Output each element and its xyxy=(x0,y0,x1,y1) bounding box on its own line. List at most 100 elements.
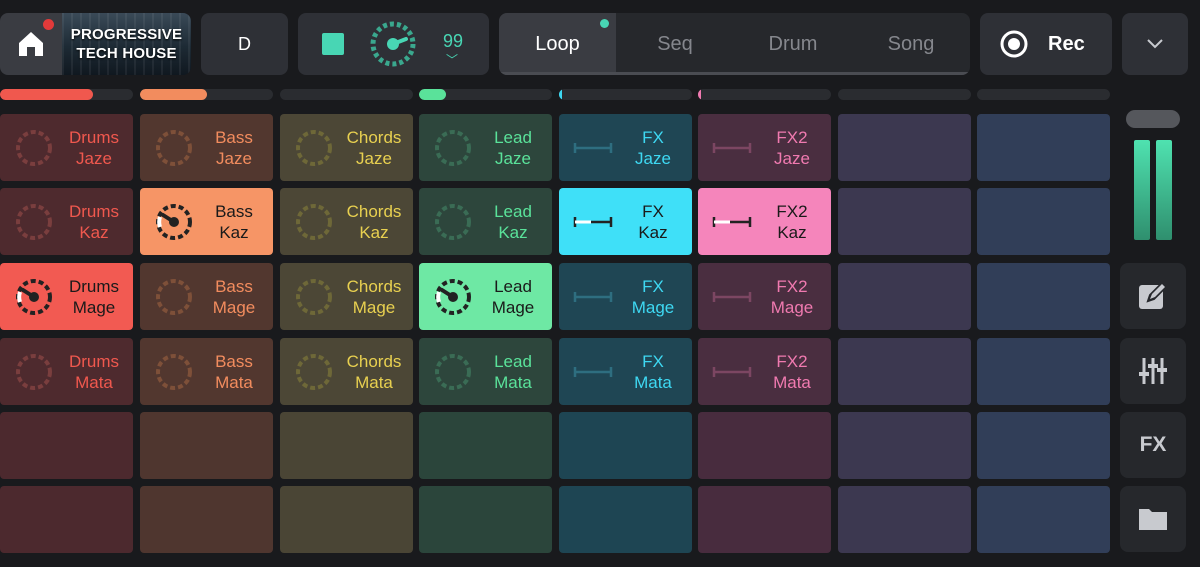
fx-button-label: FX xyxy=(1139,433,1167,456)
project-title-line1: PROGRESSIVE xyxy=(70,26,183,43)
empty-clip-slot[interactable] xyxy=(838,263,971,330)
clip-cell[interactable]: FX2 Mage xyxy=(698,263,831,330)
empty-clip-slot[interactable] xyxy=(280,412,413,479)
clip-cell[interactable]: Bass Mata xyxy=(140,338,273,405)
clip-cell[interactable]: Lead Mage xyxy=(419,263,552,330)
clip-cell[interactable]: Bass Jaze xyxy=(140,114,273,181)
mixer-button[interactable] xyxy=(1120,338,1186,404)
empty-clip-slot[interactable] xyxy=(838,412,971,479)
tab-seq[interactable]: Seq xyxy=(616,13,734,75)
clip-scene-name: Mage xyxy=(631,298,675,317)
chevron-down-icon[interactable]: ﹀ xyxy=(446,51,458,68)
clip-cell[interactable]: FX2 Kaz xyxy=(698,188,831,255)
clip-scene-name: Kaz xyxy=(359,223,389,242)
clip-track-name: Drums xyxy=(68,128,120,147)
tempo-knob-icon[interactable] xyxy=(368,19,418,69)
dial-icon xyxy=(435,354,471,390)
home-button[interactable] xyxy=(0,13,62,75)
clip-cell[interactable]: Chords Jaze xyxy=(280,114,413,181)
playing-fader-icon xyxy=(712,217,752,227)
record-button[interactable]: Rec xyxy=(980,13,1112,75)
clip-scene-name: Mage xyxy=(352,298,396,317)
clip-cell[interactable]: Drums Jaze xyxy=(0,114,133,181)
clip-label: FX2 Jaze xyxy=(760,127,824,169)
master-volume-handle[interactable] xyxy=(1126,110,1180,128)
menu-button[interactable] xyxy=(1122,13,1188,75)
empty-clip-slot[interactable] xyxy=(559,486,692,553)
clip-cell[interactable]: Drums Mata xyxy=(0,338,133,405)
clip-label: Chords Kaz xyxy=(342,201,406,243)
key-button[interactable]: D xyxy=(201,13,288,75)
empty-clip-slot[interactable] xyxy=(838,188,971,255)
clip-label: FX Kaz xyxy=(621,201,685,243)
empty-clip-slot[interactable] xyxy=(0,412,133,479)
tab-song[interactable]: Song xyxy=(852,13,970,75)
empty-clip-slot[interactable] xyxy=(280,486,413,553)
clip-track-name: Lead xyxy=(494,352,532,371)
track-lane-progress xyxy=(140,89,207,100)
record-icon xyxy=(1000,30,1028,58)
empty-clip-slot[interactable] xyxy=(977,263,1110,330)
empty-clip-slot[interactable] xyxy=(419,486,552,553)
clip-track-name: FX2 xyxy=(776,352,808,371)
empty-clip-slot[interactable] xyxy=(977,188,1110,255)
clip-cell[interactable]: Bass Kaz xyxy=(140,188,273,255)
tab-loop[interactable]: Loop xyxy=(499,13,616,75)
clip-cell[interactable]: FX2 Mata xyxy=(698,338,831,405)
clip-scene-name: Mata xyxy=(215,373,253,392)
empty-clip-slot[interactable] xyxy=(419,412,552,479)
clip-label: Lead Mata xyxy=(481,351,545,393)
clip-track-name: Lead xyxy=(494,277,532,296)
empty-clip-slot[interactable] xyxy=(559,412,692,479)
clip-cell[interactable]: Chords Kaz xyxy=(280,188,413,255)
track-lane-7 xyxy=(838,89,971,100)
record-label: Rec xyxy=(1048,32,1085,55)
empty-clip-slot[interactable] xyxy=(0,486,133,553)
empty-clip-slot[interactable] xyxy=(838,114,971,181)
transport-panel: 99 ﹀ xyxy=(298,13,489,75)
clip-cell[interactable]: FX Kaz xyxy=(559,188,692,255)
clip-label: FX2 Mata xyxy=(760,351,824,393)
clip-cell[interactable]: Lead Mata xyxy=(419,338,552,405)
playing-dial-icon xyxy=(16,279,52,315)
clip-cell[interactable]: Bass Mage xyxy=(140,263,273,330)
empty-clip-slot[interactable] xyxy=(977,114,1110,181)
clip-cell[interactable]: FX2 Jaze xyxy=(698,114,831,181)
clip-cell[interactable]: Drums Kaz xyxy=(0,188,133,255)
tempo-value[interactable]: 99 xyxy=(433,31,473,52)
project-artwork[interactable]: PROGRESSIVE TECH HOUSE xyxy=(62,13,191,75)
home-icon xyxy=(19,32,43,56)
clip-scene-name: Mage xyxy=(491,298,535,317)
tab-drum[interactable]: Drum xyxy=(734,13,852,75)
dial-icon xyxy=(296,204,332,240)
clip-cell[interactable]: FX Mata xyxy=(559,338,692,405)
clip-label: Lead Jaze xyxy=(481,127,545,169)
empty-clip-slot[interactable] xyxy=(140,412,273,479)
dial-icon xyxy=(156,279,192,315)
clip-track-name: FX xyxy=(642,352,664,371)
fx-button[interactable]: FX xyxy=(1120,412,1186,478)
track-lane-2 xyxy=(140,89,273,100)
empty-clip-slot[interactable] xyxy=(977,338,1110,405)
empty-clip-slot[interactable] xyxy=(838,338,971,405)
empty-clip-slot[interactable] xyxy=(698,412,831,479)
clip-label: Lead Mage xyxy=(481,276,545,318)
clip-cell[interactable]: FX Jaze xyxy=(559,114,692,181)
edit-button[interactable] xyxy=(1120,263,1186,329)
browser-button[interactable] xyxy=(1120,486,1186,552)
clip-cell[interactable]: Lead Kaz xyxy=(419,188,552,255)
empty-clip-slot[interactable] xyxy=(838,486,971,553)
clip-cell[interactable]: Drums Mage xyxy=(0,263,133,330)
clip-cell[interactable]: FX Mage xyxy=(559,263,692,330)
empty-clip-slot[interactable] xyxy=(977,486,1110,553)
clip-cell[interactable]: Chords Mata xyxy=(280,338,413,405)
clip-label: Bass Mage xyxy=(202,276,266,318)
empty-clip-slot[interactable] xyxy=(698,486,831,553)
track-lane-progress xyxy=(698,89,701,100)
track-lane-4 xyxy=(419,89,552,100)
empty-clip-slot[interactable] xyxy=(977,412,1110,479)
empty-clip-slot[interactable] xyxy=(140,486,273,553)
clip-cell[interactable]: Lead Jaze xyxy=(419,114,552,181)
stop-button[interactable] xyxy=(322,33,344,55)
clip-cell[interactable]: Chords Mage xyxy=(280,263,413,330)
